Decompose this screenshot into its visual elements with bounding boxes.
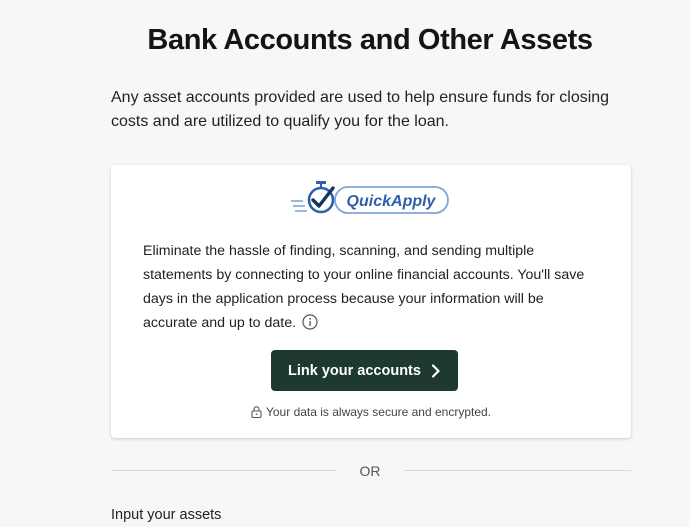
security-note-text: Your data is always secure and encrypted… bbox=[265, 405, 492, 419]
link-accounts-button[interactable]: Link your accounts bbox=[271, 350, 458, 391]
page-title: Bank Accounts and Other Assets bbox=[147, 24, 593, 56]
stopwatch-check-icon: QuickApply bbox=[291, 181, 449, 214]
lock-icon bbox=[251, 406, 262, 418]
quickapply-logo: QuickApply bbox=[291, 179, 451, 217]
card-body-text: Eliminate the hassle of finding, scannin… bbox=[143, 243, 585, 331]
card-description: Eliminate the hassle of finding, scannin… bbox=[143, 239, 601, 335]
logo-text: QuickApply bbox=[347, 193, 437, 210]
divider-right bbox=[404, 470, 631, 471]
input-assets-heading: Input your assets bbox=[111, 507, 222, 523]
link-accounts-label: Link your accounts bbox=[288, 362, 421, 379]
info-icon[interactable] bbox=[302, 314, 318, 330]
link-accounts-card: QuickApply Eliminate the hassle of findi… bbox=[111, 165, 631, 438]
divider-left bbox=[111, 470, 337, 471]
intro-text: Any asset accounts provided are used to … bbox=[111, 89, 610, 130]
or-separator: OR bbox=[359, 463, 381, 479]
chevron-right-icon bbox=[431, 363, 440, 378]
security-note: Your data is always secure and encrypted… bbox=[111, 405, 631, 419]
